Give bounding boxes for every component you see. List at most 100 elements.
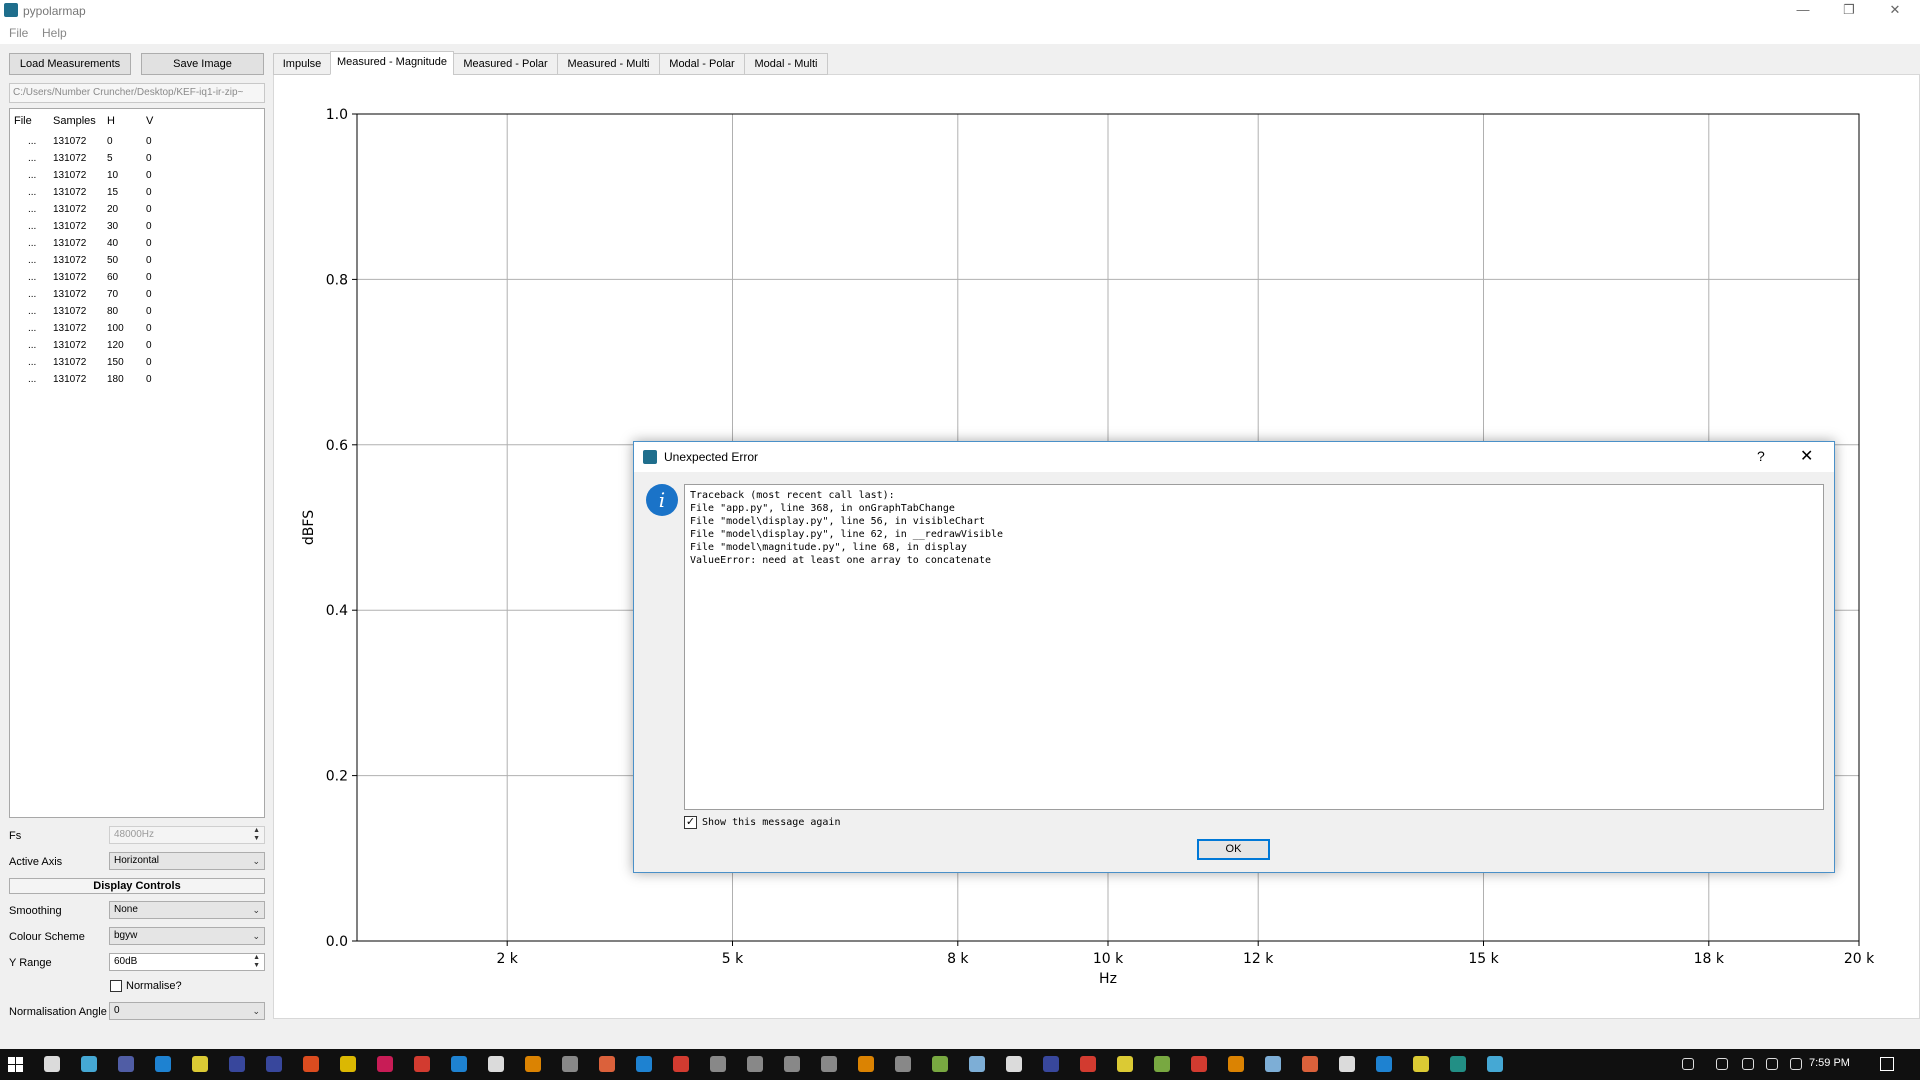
tray-icon[interactable] bbox=[1790, 1058, 1802, 1070]
table-row[interactable]: ... 131072 30 0 bbox=[10, 220, 264, 237]
dialog-help-button[interactable]: ? bbox=[1757, 448, 1765, 464]
column-header-v[interactable]: V bbox=[146, 115, 153, 127]
table-row[interactable]: ... 131072 5 0 bbox=[10, 152, 264, 169]
taskbar-app-icon[interactable] bbox=[303, 1056, 319, 1072]
dialog-close-button[interactable]: ✕ bbox=[1800, 446, 1813, 466]
path-field[interactable]: C:/Users/Number Cruncher/Desktop/KEF-iq1… bbox=[9, 83, 265, 103]
taskbar-app-icon[interactable] bbox=[636, 1056, 652, 1072]
table-cell: 131072 bbox=[53, 204, 87, 215]
taskbar-app-icon[interactable] bbox=[1265, 1056, 1281, 1072]
measurements-table[interactable]: File Samples H V ... 131072 0 0... 131072 5 0.… bbox=[9, 108, 265, 818]
column-header-h[interactable]: H bbox=[107, 115, 115, 127]
taskbar-app-icon[interactable] bbox=[1043, 1056, 1059, 1072]
tab-modal-polar[interactable]: Modal - Polar bbox=[659, 53, 745, 75]
table-row[interactable]: ... 131072 50 0 bbox=[10, 254, 264, 271]
tray-icon[interactable] bbox=[1766, 1058, 1778, 1070]
table-row[interactable]: ... 131072 15 0 bbox=[10, 186, 264, 203]
x-tick-label: 15 k bbox=[1468, 951, 1499, 967]
table-cell: 0 bbox=[146, 153, 152, 164]
menu-file[interactable]: File bbox=[9, 26, 28, 40]
taskbar-app-icon[interactable] bbox=[192, 1056, 208, 1072]
menu-help[interactable]: Help bbox=[42, 26, 67, 40]
colour-scheme-select[interactable]: bgyw ⌄ bbox=[109, 927, 265, 945]
taskbar-app-icon[interactable] bbox=[562, 1056, 578, 1072]
taskbar-app-icon[interactable] bbox=[1154, 1056, 1170, 1072]
y-range-spinbox[interactable]: 60dB ▲ ▼ bbox=[109, 953, 265, 971]
taskbar-app-icon[interactable] bbox=[1302, 1056, 1318, 1072]
notification-icon[interactable] bbox=[1880, 1057, 1894, 1071]
tab-impulse[interactable]: Impulse bbox=[273, 53, 331, 75]
traceback-text[interactable]: Traceback (most recent call last): File … bbox=[684, 484, 1824, 810]
smoothing-select[interactable]: None ⌄ bbox=[109, 901, 265, 919]
table-row[interactable]: ... 131072 150 0 bbox=[10, 356, 264, 373]
taskbar-app-icon[interactable] bbox=[1117, 1056, 1133, 1072]
load-measurements-button[interactable]: Load Measurements bbox=[9, 53, 131, 75]
taskbar-app-icon[interactable] bbox=[414, 1056, 430, 1072]
taskbar-app-icon[interactable] bbox=[1228, 1056, 1244, 1072]
tab-measured-magnitude[interactable]: Measured - Magnitude bbox=[330, 51, 454, 75]
tray-icon[interactable] bbox=[1716, 1058, 1728, 1070]
table-row[interactable]: ... 131072 60 0 bbox=[10, 271, 264, 288]
normalisation-angle-select[interactable]: 0 ⌄ bbox=[109, 1002, 265, 1020]
taskbar-app-icon[interactable] bbox=[673, 1056, 689, 1072]
taskbar-app-icon[interactable] bbox=[858, 1056, 874, 1072]
windows-start-icon[interactable] bbox=[8, 1057, 24, 1073]
taskbar-app-icon[interactable] bbox=[599, 1056, 615, 1072]
taskbar-app-icon[interactable] bbox=[1191, 1056, 1207, 1072]
taskbar-app-icon[interactable] bbox=[118, 1056, 134, 1072]
taskbar-app-icon[interactable] bbox=[81, 1056, 97, 1072]
taskbar-app-icon[interactable] bbox=[266, 1056, 282, 1072]
taskbar-app-icon[interactable] bbox=[710, 1056, 726, 1072]
taskbar-app-icon[interactable] bbox=[1450, 1056, 1466, 1072]
taskbar-app-icon[interactable] bbox=[229, 1056, 245, 1072]
ok-button[interactable]: OK bbox=[1197, 839, 1270, 860]
table-row[interactable]: ... 131072 80 0 bbox=[10, 305, 264, 322]
table-row[interactable]: ... 131072 70 0 bbox=[10, 288, 264, 305]
tab-modal-multi[interactable]: Modal - Multi bbox=[744, 53, 828, 75]
taskbar-app-icon[interactable] bbox=[1487, 1056, 1503, 1072]
normalise-checkbox[interactable] bbox=[110, 980, 122, 992]
tab-measured-polar[interactable]: Measured - Polar bbox=[453, 53, 558, 75]
tab-measured-multi[interactable]: Measured - Multi bbox=[557, 53, 660, 75]
taskbar-app-icon[interactable] bbox=[377, 1056, 393, 1072]
taskbar-app-icon[interactable] bbox=[1006, 1056, 1022, 1072]
taskbar-app-icon[interactable] bbox=[1080, 1056, 1096, 1072]
taskbar-app-icon[interactable] bbox=[451, 1056, 467, 1072]
taskbar-app-icon[interactable] bbox=[340, 1056, 356, 1072]
restore-button[interactable]: ❐ bbox=[1826, 0, 1872, 22]
taskbar-app-icon[interactable] bbox=[895, 1056, 911, 1072]
column-header-samples[interactable]: Samples bbox=[53, 115, 96, 127]
taskbar-app-icon[interactable] bbox=[525, 1056, 541, 1072]
table-cell: 120 bbox=[107, 340, 124, 351]
show-again-checkbox[interactable]: ✓ bbox=[684, 816, 697, 829]
table-row[interactable]: ... 131072 10 0 bbox=[10, 169, 264, 186]
tray-icon[interactable] bbox=[1682, 1058, 1694, 1070]
taskbar-app-icon[interactable] bbox=[821, 1056, 837, 1072]
taskbar-app-icon[interactable] bbox=[969, 1056, 985, 1072]
taskbar-app-icon[interactable] bbox=[932, 1056, 948, 1072]
table-cell: ... bbox=[28, 170, 37, 181]
taskbar-app-icon[interactable] bbox=[1339, 1056, 1355, 1072]
taskbar-app-icon[interactable] bbox=[155, 1056, 171, 1072]
table-row[interactable]: ... 131072 40 0 bbox=[10, 237, 264, 254]
tray-icon[interactable] bbox=[1742, 1058, 1754, 1070]
taskbar-app-icon[interactable] bbox=[1376, 1056, 1392, 1072]
taskbar-app-icon[interactable] bbox=[747, 1056, 763, 1072]
table-row[interactable]: ... 131072 120 0 bbox=[10, 339, 264, 356]
taskbar-app-icon[interactable] bbox=[488, 1056, 504, 1072]
table-row[interactable]: ... 131072 20 0 bbox=[10, 203, 264, 220]
minimize-button[interactable]: — bbox=[1780, 0, 1826, 22]
taskbar-app-icon[interactable] bbox=[1413, 1056, 1429, 1072]
table-row[interactable]: ... 131072 180 0 bbox=[10, 373, 264, 390]
table-cell: 30 bbox=[107, 221, 119, 232]
taskbar-app-icon[interactable] bbox=[44, 1056, 60, 1072]
save-image-button[interactable]: Save Image bbox=[141, 53, 264, 75]
taskbar-clock[interactable]: 7:59 PM bbox=[1809, 1057, 1850, 1069]
column-header-file[interactable]: File bbox=[14, 115, 32, 127]
table-cell: 131072 bbox=[53, 306, 87, 317]
taskbar-app-icon[interactable] bbox=[784, 1056, 800, 1072]
close-button[interactable]: ✕ bbox=[1872, 0, 1918, 22]
active-axis-select[interactable]: Horizontal ⌄ bbox=[109, 852, 265, 870]
table-row[interactable]: ... 131072 0 0 bbox=[10, 135, 264, 152]
table-row[interactable]: ... 131072 100 0 bbox=[10, 322, 264, 339]
